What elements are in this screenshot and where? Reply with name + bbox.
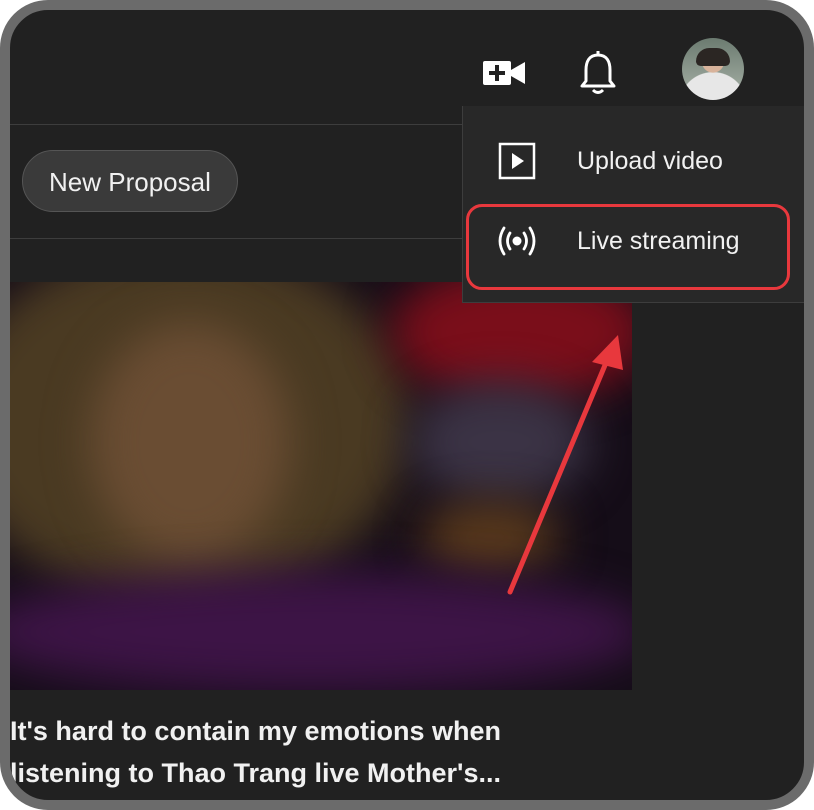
menu-item-label: Upload video <box>577 147 723 175</box>
upload-play-icon <box>498 142 536 180</box>
avatar-hair <box>696 48 730 66</box>
thumbnail-blur-region <box>420 502 560 572</box>
screenshot-frame: New Proposal It's hard to contain my emo… <box>0 0 814 810</box>
menu-item-upload-video[interactable]: Upload video <box>463 122 804 200</box>
divider <box>10 124 462 125</box>
video-title[interactable]: It's hard to contain my emotions when li… <box>10 710 570 794</box>
video-camera-plus-icon[interactable] <box>482 56 526 90</box>
video-thumbnail[interactable] <box>10 282 632 690</box>
thumbnail-blur-region <box>10 572 632 690</box>
divider <box>10 238 462 239</box>
thumbnail-blur-region <box>410 382 590 502</box>
avatar[interactable] <box>682 38 744 100</box>
thumbnail-blur-region <box>90 322 290 562</box>
bell-icon[interactable] <box>578 50 618 96</box>
highlight-box <box>466 204 790 290</box>
new-proposal-button[interactable]: New Proposal <box>22 150 238 212</box>
